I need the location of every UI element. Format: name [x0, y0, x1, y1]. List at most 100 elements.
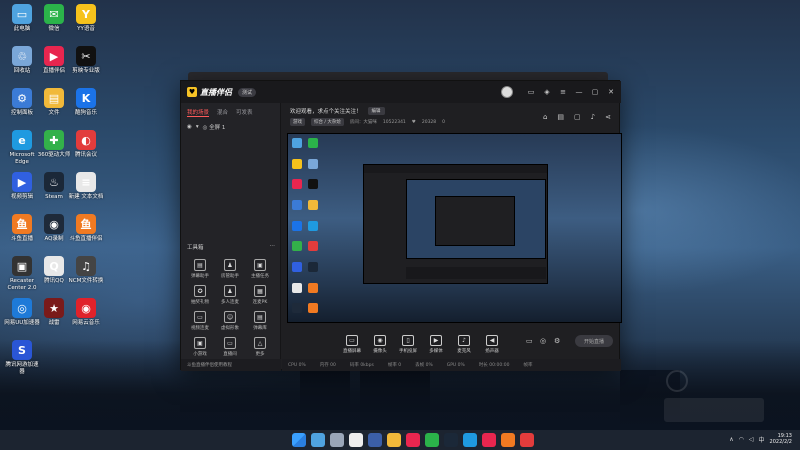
desktop-icon[interactable]: ♫ NCM文件转换 [68, 256, 104, 285]
effects-icon[interactable]: ◎ [540, 337, 546, 345]
taskbar-app-icon[interactable] [349, 433, 363, 447]
bell-icon[interactable]: ♪ [591, 113, 595, 121]
source-button[interactable]: ▭ 直播屏幕 [338, 334, 366, 354]
desktop-icon[interactable]: e Microsoft Edge [4, 130, 40, 165]
taskbar-app-icon[interactable] [311, 433, 325, 447]
taskbar-app-icon[interactable] [330, 433, 344, 447]
taskbar-app-icon[interactable] [425, 433, 439, 447]
expand-icon[interactable]: ▾ [196, 124, 199, 130]
desktop-icon[interactable]: K 酷狗音乐 [68, 88, 104, 117]
toolbox-item[interactable]: ✪ 抽奖礼物 [185, 285, 215, 305]
category-tag[interactable]: 游戏 [290, 118, 305, 126]
desktop-icon[interactable]: Y YY语音 [68, 4, 104, 33]
source-button[interactable]: ◉ 摄像头 [366, 334, 394, 354]
tab-my-scenes[interactable]: 我的场景 [187, 108, 210, 117]
desktop-icon[interactable]: ≡ 新建 文本文档 [68, 172, 104, 201]
desktop-icon[interactable]: 鱼斗鱼直播 [4, 214, 40, 243]
eye-icon[interactable]: ◉ [187, 124, 192, 130]
source-button[interactable]: ♪ 麦克风 [450, 334, 478, 354]
toolbox-item[interactable]: ☺ 虚拟形象 [215, 311, 245, 331]
desktop-icon[interactable]: ♲ 回收站 [4, 46, 40, 75]
desktop-app-icon: ✚ [44, 130, 64, 150]
toolbox-item[interactable]: ▣ 小游戏 [185, 337, 215, 357]
taskbar-app-icon[interactable] [387, 433, 401, 447]
taskbar-app-icon[interactable] [463, 433, 477, 447]
toolbox-item[interactable]: ♟ 房管助手 [215, 259, 245, 279]
desktop-icon[interactable]: ◐ 腾讯会议 [68, 130, 104, 159]
desktop-icon[interactable]: ◉ AQ录制 [36, 214, 72, 243]
desktop-app-icon: Q [44, 256, 64, 276]
desktop-icon[interactable]: ▶ 直播伴侣 [36, 46, 72, 75]
desktop-icon[interactable]: ♨ Steam [36, 172, 72, 201]
desktop-icon[interactable]: ✂ 剪映专业版 [68, 46, 104, 75]
tool-icon: ▤ [194, 259, 206, 271]
gift-icon[interactable]: ⌂ [543, 113, 547, 121]
minimize-icon[interactable]: — [575, 88, 583, 96]
tool-label: 连麦PK [252, 300, 268, 305]
edit-title-button[interactable]: 编辑 [367, 107, 385, 115]
tab-publishable[interactable]: 可发表 [236, 108, 253, 117]
tab-mix[interactable]: 混合 [217, 108, 228, 117]
toolbox-item[interactable]: ♟ 多人连麦 [215, 285, 245, 305]
lock-icon[interactable]: ▢ [574, 113, 581, 121]
source-button[interactable]: ▶ 多媒体 [422, 334, 450, 354]
desktop-icon[interactable]: ✉ 微信 [36, 4, 72, 33]
record-icon[interactable]: ▭ [526, 337, 533, 345]
avatar[interactable] [501, 86, 513, 98]
taskbar-app-icon[interactable] [482, 433, 496, 447]
desktop-icon[interactable]: ▤ 文件 [36, 88, 72, 117]
stream-preview[interactable] [287, 133, 622, 323]
desktop-icon[interactable]: ▣ Recaster Center 2.0 [4, 256, 40, 291]
source-button[interactable]: ▯ 手机投屏 [394, 334, 422, 354]
tutorial-notice[interactable]: 斗鱼直播伴侣使用教程 [181, 359, 281, 371]
toolbox-item[interactable]: ▦ 连麦PK [245, 285, 275, 305]
desktop-icon[interactable]: ✚ 360驱动大师 [36, 130, 72, 159]
toolbox-item[interactable]: ▭ 视频连麦 [185, 311, 215, 331]
desktop-icon[interactable]: ▭ 此电脑 [4, 4, 40, 33]
start-menu-icon[interactable] [292, 433, 306, 447]
share-icon[interactable]: ⋖ [605, 113, 611, 121]
desktop-icon[interactable]: 鱼斗鱼直播伴侣 [68, 214, 104, 243]
desktop-icon[interactable]: ▶ 视频剪辑 [4, 172, 40, 201]
toolbox-item[interactable]: ▭ 直播间 [215, 337, 245, 357]
desktop-icon[interactable]: S 腾讯网游加速器 [4, 340, 40, 375]
desktop-icon[interactable]: ◉ 网易云音乐 [68, 298, 104, 327]
source-button[interactable]: ◀ 扬声器 [478, 334, 506, 354]
shop-icon[interactable]: ▤ [557, 113, 564, 121]
taskbar-app-icon[interactable] [368, 433, 382, 447]
toolbox-more-icon[interactable]: ⋯ [270, 243, 276, 251]
desktop-icon[interactable]: Q 腾讯QQ [36, 256, 72, 285]
toolbox-item[interactable]: ▣ 主播任务 [245, 259, 275, 279]
toolbox-item[interactable]: ▤ 弹幕助手 [185, 259, 215, 279]
tray-caret-icon[interactable]: ∧ [729, 436, 733, 443]
toolbox-item[interactable]: △ 更多 [245, 337, 275, 357]
taskbar-app-icon[interactable] [520, 433, 534, 447]
taskbar-app-icon[interactable] [501, 433, 515, 447]
message-icon[interactable]: ▭ [527, 88, 535, 96]
taskbar-app-icon[interactable] [406, 433, 420, 447]
skin-icon[interactable]: ◈ [543, 88, 551, 96]
volume-icon[interactable]: ◁ [749, 436, 754, 443]
desktop-icon[interactable]: ◎ 网易UU加速器 [4, 298, 40, 327]
desktop-app-icon: ◎ [12, 298, 32, 318]
taskbar-app-icon[interactable] [444, 433, 458, 447]
desktop-icon-label: 直播伴侣 [42, 68, 65, 74]
subcategory-tag[interactable]: 综合 / 大杂烩 [311, 118, 344, 126]
tool-icon: ▭ [224, 337, 236, 349]
settings-icon[interactable]: ⚙ [554, 337, 560, 345]
version-badge[interactable]: 测试 [238, 87, 257, 97]
wifi-icon[interactable]: ◠ [739, 436, 744, 443]
toolbox-item[interactable]: ▤ 弹幕库 [245, 311, 275, 331]
menu-icon[interactable]: ≡ [559, 88, 567, 96]
clock[interactable]: 19:13 2022/2/2 [770, 433, 792, 445]
desktop-icon[interactable]: ⚙ 控制面板 [4, 88, 40, 117]
desktop-icon[interactable]: ★ 战雷 [36, 298, 72, 327]
main-area: 欢迎观看，求点个关注关注！ 编辑 游戏 综合 / 大杂烩 房间：大猫咪 1052… [282, 103, 622, 371]
preview-desktop-icon [308, 303, 318, 314]
input-language[interactable]: 中 [759, 435, 765, 444]
scene-item[interactable]: ◉ ▾ ◎ 全屏 1 [181, 120, 280, 134]
start-live-button[interactable]: 开始直播 [575, 335, 613, 347]
maximize-icon[interactable]: ▢ [591, 88, 599, 96]
desktop-icon-label: 360驱动大师 [37, 152, 71, 158]
close-icon[interactable]: ✕ [607, 88, 615, 96]
